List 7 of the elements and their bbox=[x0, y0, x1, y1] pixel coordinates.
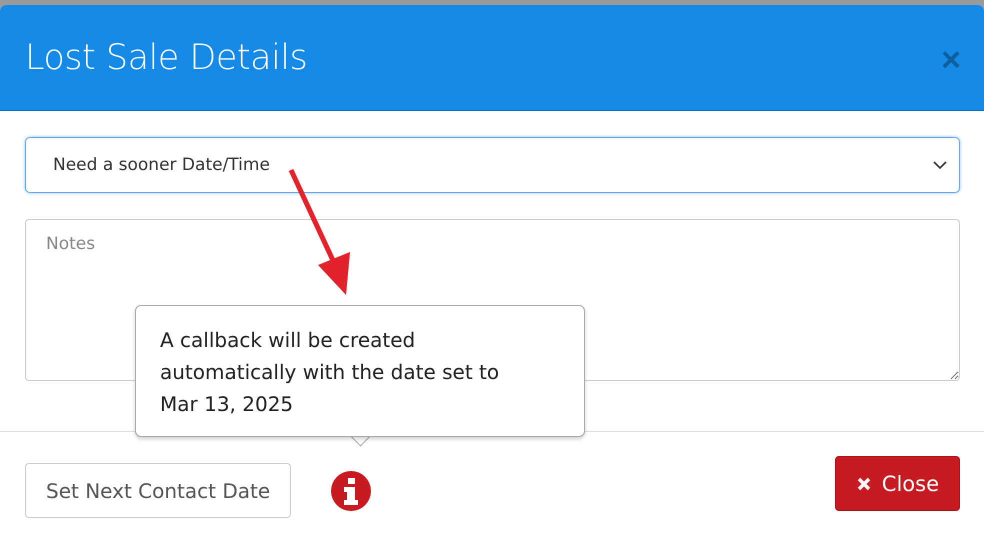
reason-select[interactable]: Need a sooner Date/Time bbox=[25, 137, 960, 193]
set-date-button[interactable]: Set Next Contact Date bbox=[25, 463, 292, 518]
close-icon bbox=[856, 476, 872, 492]
info-icon[interactable] bbox=[331, 470, 372, 510]
close-button[interactable]: Close bbox=[834, 456, 960, 511]
caret-icon bbox=[933, 160, 947, 170]
dialog-title: Lost Sale Details bbox=[25, 38, 308, 78]
